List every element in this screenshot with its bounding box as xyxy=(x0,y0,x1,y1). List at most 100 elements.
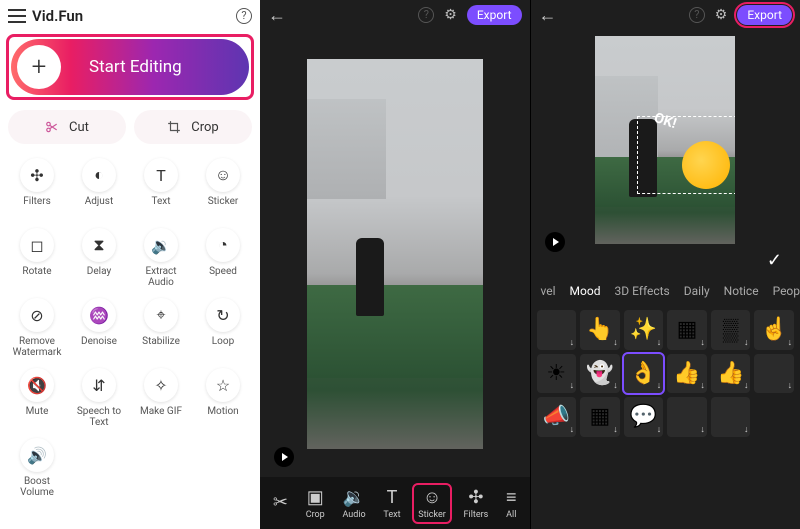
export-button[interactable]: Export xyxy=(467,5,522,25)
tool-icon: ↻ xyxy=(206,298,240,332)
help-icon[interactable]: ? xyxy=(236,8,252,24)
tool-loop[interactable]: ↻Loop xyxy=(194,296,252,360)
settings-icon[interactable]: ⚙ xyxy=(715,7,728,23)
tool-boost-volume[interactable]: 🔊Boost Volume xyxy=(8,436,66,500)
toolbar-filters[interactable]: ✣Filters xyxy=(460,485,493,522)
help-icon[interactable]: ? xyxy=(418,7,434,23)
sticker-item[interactable]: 👌↓ xyxy=(624,354,664,394)
export-button[interactable]: Export xyxy=(737,5,792,25)
ok-hand-sticker[interactable] xyxy=(682,141,730,189)
confirm-button[interactable]: ✓ xyxy=(531,250,800,276)
sticker-item[interactable]: 👆↓ xyxy=(580,310,620,350)
tool-extract-audio[interactable]: 🔉Extract Audio xyxy=(132,226,190,290)
back-button[interactable]: ← xyxy=(268,5,286,26)
sticker-tab[interactable]: People xyxy=(773,284,800,298)
sticker-tab[interactable]: Mood xyxy=(570,284,601,298)
tool-speed[interactable]: ◔Speed xyxy=(194,226,252,290)
sticker-item[interactable]: ▦↓ xyxy=(580,397,620,437)
toolbar-all[interactable]: ≡All xyxy=(502,485,521,522)
preview-image[interactable] xyxy=(307,59,483,449)
sticker-item[interactable]: ↓ xyxy=(754,354,794,394)
download-icon: ↓ xyxy=(613,380,618,391)
toolbar-icon: ✂ xyxy=(273,492,288,513)
sticker-item[interactable]: 👍↓ xyxy=(711,354,751,394)
tool-remove-watermark[interactable]: ⊘Remove Watermark xyxy=(8,296,66,360)
home-header: Vid.Fun ? xyxy=(0,0,260,30)
download-icon: ↓ xyxy=(657,380,662,391)
tool-grid: ✣Filters ◐ Adjust TText☺Sticker ◻Rotate⧗Dela… xyxy=(0,152,260,504)
scissors-icon xyxy=(45,120,59,134)
toolbar-icon: ▣ xyxy=(307,487,324,508)
sticker-tab[interactable]: vel xyxy=(541,284,556,298)
start-editing-button[interactable]: + Start Editing xyxy=(11,39,249,95)
toolbar-icon: T xyxy=(387,487,398,508)
sticker-item[interactable]: 💬↓ xyxy=(624,397,664,437)
sticker-item[interactable]: ✨↓ xyxy=(624,310,664,350)
cut-label: Cut xyxy=(69,120,89,135)
download-icon: ↓ xyxy=(788,337,793,348)
toolbar-crop[interactable]: ▣Crop xyxy=(302,485,329,522)
settings-icon[interactable]: ⚙ xyxy=(444,7,457,23)
toolbar-cut[interactable]: ✂ xyxy=(269,490,292,517)
sticker-glyph: ✨ xyxy=(630,317,657,342)
preview-image[interactable]: OK! xyxy=(595,36,735,244)
sticker-item[interactable]: ↓ xyxy=(667,397,707,437)
download-icon: ↓ xyxy=(570,424,575,435)
help-icon[interactable]: ? xyxy=(689,7,705,23)
back-button[interactable]: ← xyxy=(539,5,557,26)
tool-label: Motion xyxy=(207,406,238,428)
sticker-item[interactable]: ▦↓ xyxy=(667,310,707,350)
tool-mute[interactable]: 🔇Mute xyxy=(8,366,66,430)
sticker-item[interactable]: ▒↓ xyxy=(711,310,751,350)
tool-label: Speed xyxy=(209,266,237,288)
sticker-selection-box[interactable]: OK! xyxy=(637,116,735,194)
sticker-item[interactable]: ☝↓ xyxy=(754,310,794,350)
tool-label: Denoise xyxy=(81,336,117,358)
sticker-glyph: 👌 xyxy=(630,361,657,386)
play-button[interactable] xyxy=(274,447,294,467)
sticker-glyph: ▦ xyxy=(677,317,698,342)
sticker-item[interactable]: 👻↓ xyxy=(580,354,620,394)
home-panel: Vid.Fun ? + Start Editing Cut Crop ✣Filt… xyxy=(0,0,260,529)
tool-icon: 🔉 xyxy=(144,228,178,262)
tool-delay[interactable]: ⧗Delay xyxy=(70,226,128,290)
download-icon: ↓ xyxy=(744,424,749,435)
tool-speech-to-text[interactable]: ⇵Speech to Text xyxy=(70,366,128,430)
tool-motion[interactable]: ☆Motion xyxy=(194,366,252,430)
tool-denoise[interactable]: ♒Denoise xyxy=(70,296,128,360)
crop-label: Crop xyxy=(191,120,218,135)
tool-text[interactable]: TText xyxy=(132,156,190,220)
toolbar-audio[interactable]: 🔉Audio xyxy=(338,485,369,522)
tool-stabilize[interactable]: ⌖Stabilize xyxy=(132,296,190,360)
sticker-tab[interactable]: Daily xyxy=(684,284,710,298)
tool-label: Filters xyxy=(23,196,51,218)
tool-adjust[interactable]: ◐ Adjust xyxy=(70,156,128,220)
sticker-glyph: ▦ xyxy=(589,404,610,429)
sticker-item[interactable]: ☀↓ xyxy=(537,354,577,394)
tool-label: Adjust xyxy=(85,196,114,218)
tool-sticker[interactable]: ☺Sticker xyxy=(194,156,252,220)
sticker-preview: OK! xyxy=(531,30,800,250)
sticker-item[interactable]: ↓ xyxy=(711,397,751,437)
tool-icon: ◐ xyxy=(82,158,116,192)
tool-filters[interactable]: ✣Filters xyxy=(8,156,66,220)
toolbar-sticker[interactable]: ☺Sticker xyxy=(414,485,449,522)
ok-sticker-text: OK! xyxy=(652,110,678,132)
sticker-item[interactable]: 👍↓ xyxy=(667,354,707,394)
sticker-item[interactable]: 📣↓ xyxy=(537,397,577,437)
cut-button[interactable]: Cut xyxy=(8,110,126,144)
menu-icon[interactable] xyxy=(8,9,26,23)
toolbar-text[interactable]: T Text xyxy=(379,485,404,522)
download-icon: ↓ xyxy=(570,337,575,348)
tool-make-gif[interactable]: ✧Make GIF xyxy=(132,366,190,430)
toolbar-label: Text xyxy=(383,510,400,520)
download-icon: ↓ xyxy=(613,337,618,348)
sticker-glyph: ▒ xyxy=(723,317,739,343)
sticker-tab[interactable]: Notice xyxy=(724,284,759,298)
crop-button[interactable]: Crop xyxy=(134,110,252,144)
sticker-panel: ← ? ⚙ Export OK! ✓ vel Mood 3D Effects Dail… xyxy=(531,0,800,529)
sticker-tab[interactable]: 3D Effects xyxy=(614,284,669,298)
tool-rotate[interactable]: ◻Rotate xyxy=(8,226,66,290)
sticker-item[interactable]: ↓ xyxy=(537,310,577,350)
play-button[interactable] xyxy=(545,232,565,252)
